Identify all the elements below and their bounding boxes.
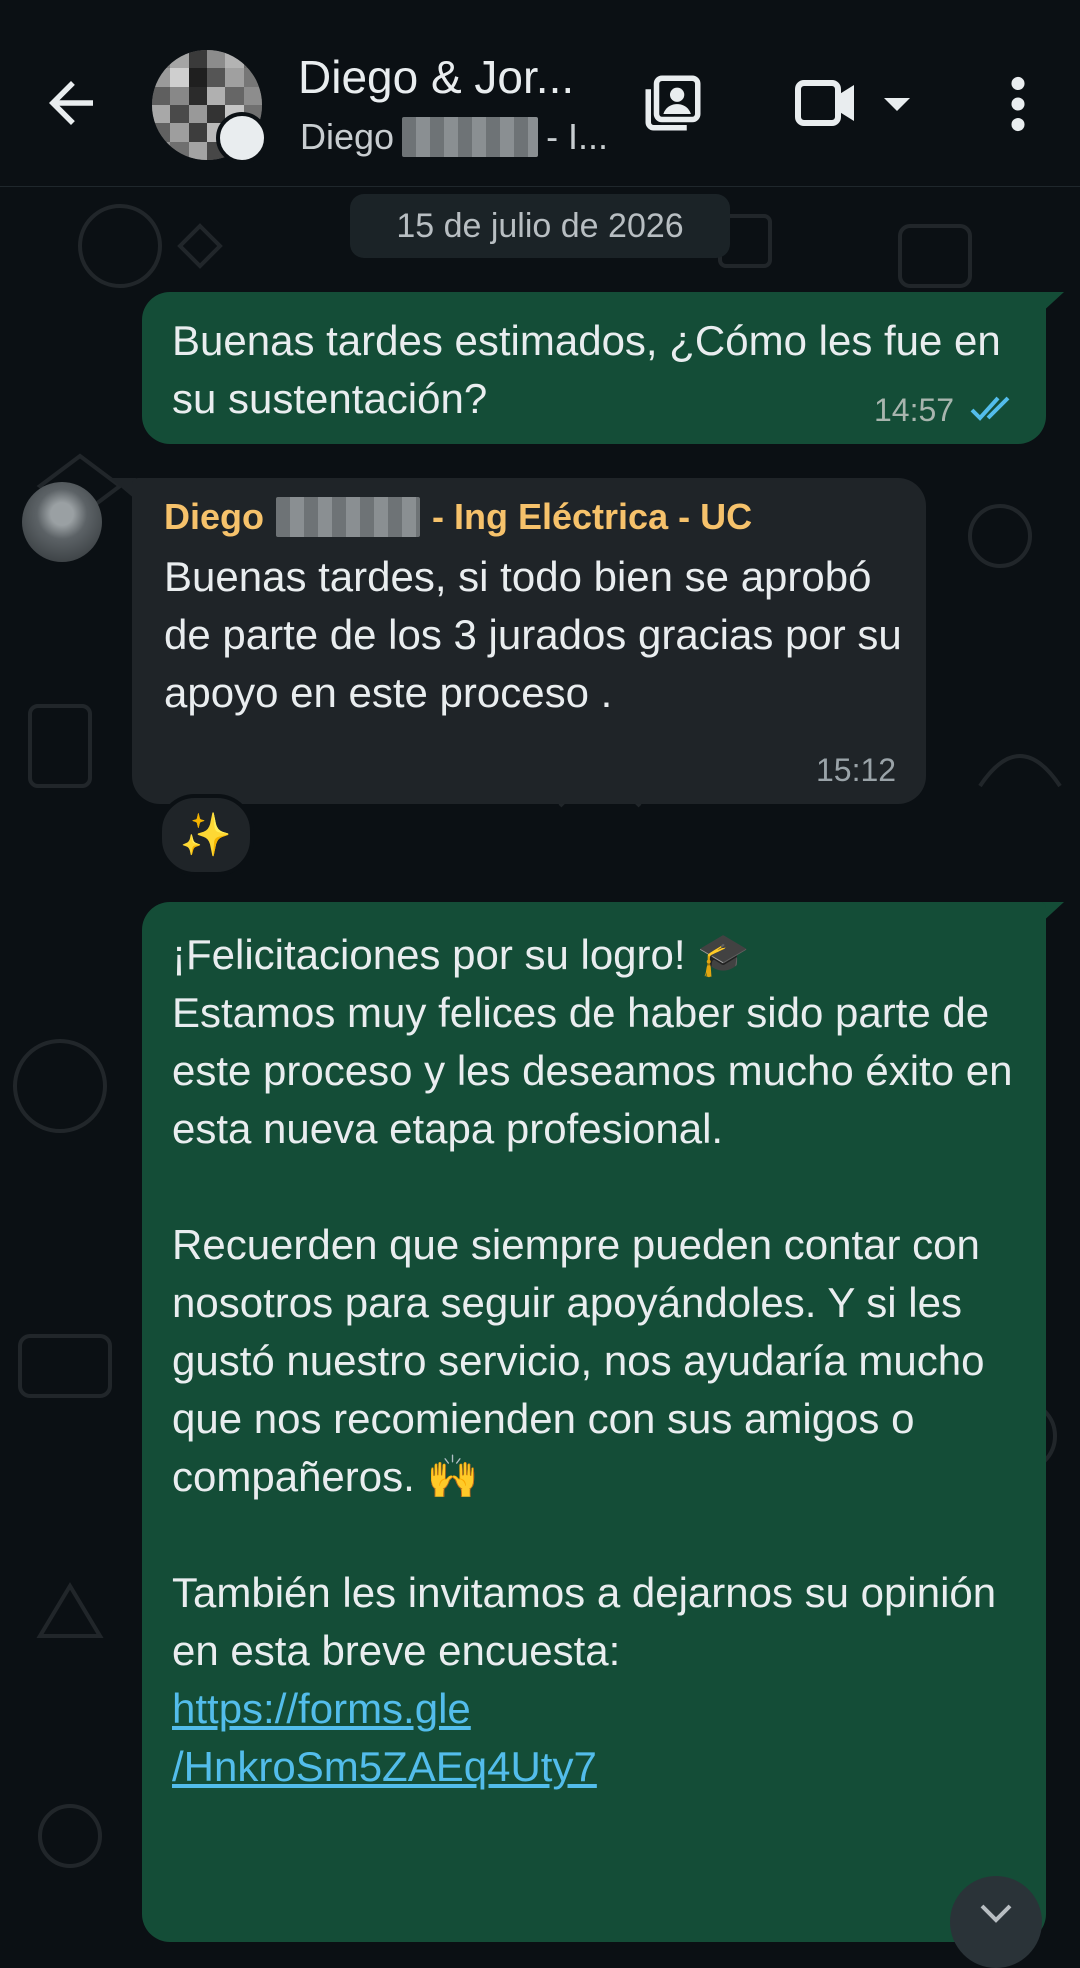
incoming-message[interactable]: Diego - Ing Eléctrica - UC Buenas tardes… — [132, 478, 926, 804]
survey-link-continued[interactable]: /HnkroSm5ZAEq4Uty7 — [172, 1743, 597, 1790]
contacts-icon[interactable] — [640, 70, 706, 136]
date-separator: 15 de julio de 2026 — [350, 194, 730, 258]
chat-title[interactable]: Diego & Jor... — [298, 50, 574, 104]
chat-subtitle[interactable]: Diego - I... — [300, 116, 608, 158]
video-call-icon[interactable] — [794, 76, 858, 130]
read-receipt-icon — [970, 396, 1010, 421]
bubble-tail — [1040, 292, 1064, 314]
subtitle-name: Diego — [300, 116, 395, 157]
message-text: ¡Felicitaciones por su logro! 🎓 Estamos … — [172, 926, 1042, 1796]
sender-avatar[interactable] — [22, 482, 102, 562]
outgoing-message[interactable]: Buenas tardes estimados, ¿Cómo les fue e… — [142, 292, 1046, 444]
paragraph-2: Recuerden que siempre pueden contar con … — [172, 1221, 985, 1500]
message-time: 15:12 — [816, 752, 897, 788]
subtitle-rest: - I... — [546, 116, 609, 157]
back-arrow-icon[interactable] — [38, 70, 104, 136]
community-badge-icon — [216, 112, 268, 164]
redacted-surname — [276, 497, 421, 537]
paragraph-1: Estamos muy felices de haber sido parte … — [172, 989, 1013, 1152]
group-avatar[interactable] — [152, 50, 268, 164]
sender-name[interactable]: Diego - Ing Eléctrica - UC — [164, 496, 752, 538]
more-options-icon[interactable] — [1004, 76, 1032, 132]
chat-header: Diego & Jor... Diego - I... — [0, 0, 1080, 187]
outgoing-message[interactable]: ¡Felicitaciones por su logro! 🎓 Estamos … — [142, 902, 1046, 1942]
chevron-down-icon — [980, 1904, 1012, 1923]
redacted-surname — [402, 117, 539, 157]
paragraph-3: También les invitamos a dejarnos su opin… — [172, 1569, 997, 1674]
message-text: Buenas tardes, si todo bien se aprobó de… — [164, 553, 902, 716]
survey-link[interactable]: https://forms.gle — [172, 1685, 471, 1732]
scroll-to-bottom-button[interactable] — [950, 1876, 1042, 1968]
raising-hands-emoji: 🙌 — [426, 1452, 479, 1501]
message-reaction[interactable]: ✨ — [158, 794, 254, 876]
message-time: 14:57 — [874, 392, 955, 428]
dropdown-caret-icon[interactable] — [882, 94, 912, 114]
graduation-cap-emoji: 🎓 — [697, 930, 750, 979]
